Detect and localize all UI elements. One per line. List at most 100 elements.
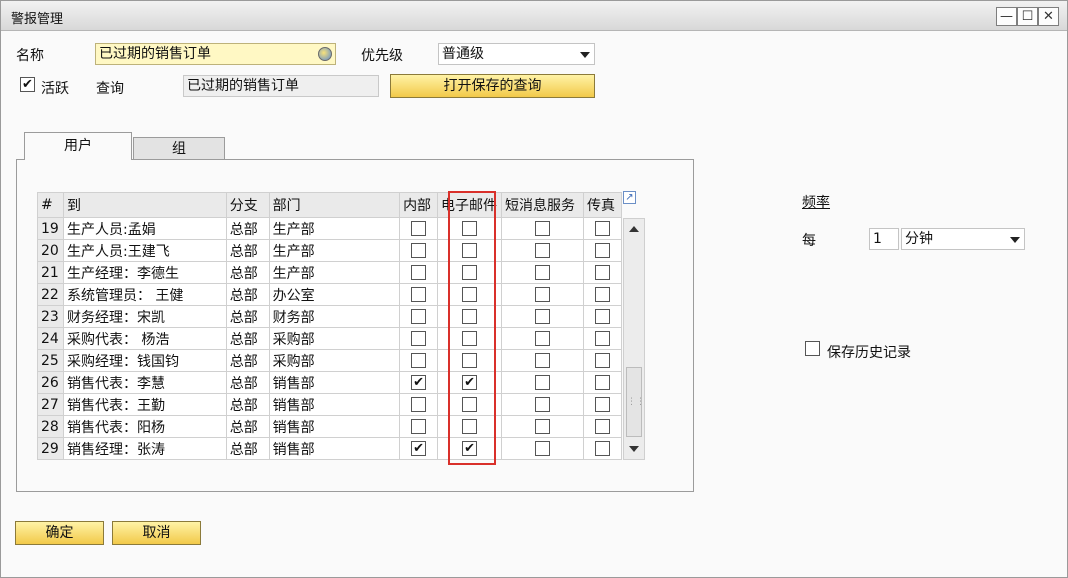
internal-checkbox[interactable] (411, 353, 427, 368)
table-row[interactable]: 23 财务经理：宋凯 总部 财务部 (37, 305, 623, 328)
active-checkbox[interactable]: ✔ (20, 77, 35, 92)
table-scrollbar[interactable]: ⋮⋮ (623, 218, 645, 460)
sms-checkbox[interactable] (534, 243, 550, 258)
minimize-button[interactable]: — (996, 7, 1017, 26)
email-checkbox[interactable] (462, 331, 478, 346)
sms-checkbox[interactable] (534, 221, 550, 236)
internal-checkbox[interactable] (411, 419, 427, 434)
recipient-name[interactable]: 财务经理：宋凯 (62, 305, 227, 328)
scroll-thumb[interactable]: ⋮⋮ (626, 367, 645, 437)
maximize-button[interactable]: ☐ (1017, 7, 1038, 26)
cancel-button[interactable]: 取消 (112, 521, 201, 545)
recipient-name[interactable]: 销售经理：张涛 (62, 437, 227, 460)
recipient-name[interactable]: 生产人员:王建飞 (62, 239, 227, 262)
open-saved-query-button[interactable]: 打开保存的查询 (390, 74, 595, 98)
recipient-name[interactable]: 生产经理：李德生 (62, 261, 227, 284)
fax-checkbox[interactable] (594, 287, 610, 302)
sms-checkbox[interactable] (534, 331, 550, 346)
frequency-value-input[interactable]: 1 (869, 228, 899, 250)
chevron-down-icon (1010, 237, 1020, 243)
sms-checkbox[interactable] (534, 265, 550, 280)
scroll-down-icon[interactable] (629, 446, 639, 452)
email-checkbox[interactable] (462, 221, 478, 236)
col-header-email[interactable]: 电子邮件 (437, 192, 503, 218)
department-cell: 生产部 (268, 217, 401, 240)
sms-checkbox[interactable] (534, 287, 550, 302)
row-number: 26 (37, 371, 64, 394)
table-row[interactable]: 26 销售代表：李慧 总部 销售部 ✔ ✔ (37, 371, 623, 394)
internal-checkbox[interactable]: ✔ (411, 441, 427, 456)
email-checkbox[interactable] (462, 353, 478, 368)
email-checkbox[interactable]: ✔ (462, 441, 478, 456)
fax-checkbox[interactable] (594, 309, 610, 324)
internal-checkbox[interactable] (411, 397, 427, 412)
email-checkbox[interactable] (462, 419, 478, 434)
expand-arrow-icon[interactable]: ↗ (623, 191, 636, 204)
col-header-sms[interactable]: 短消息服务 (501, 192, 584, 218)
sms-checkbox[interactable] (534, 441, 550, 456)
table-row[interactable]: 21 生产经理：李德生 总部 生产部 (37, 261, 623, 284)
tab-users[interactable]: 用户 (24, 132, 132, 160)
chevron-down-icon (580, 52, 590, 58)
recipient-name[interactable]: 销售代表：阳杨 (62, 415, 227, 438)
internal-checkbox[interactable] (411, 309, 427, 324)
save-history-checkbox[interactable] (805, 341, 820, 356)
sms-checkbox[interactable] (534, 375, 550, 390)
fax-checkbox[interactable] (594, 265, 610, 280)
internal-checkbox[interactable] (411, 221, 427, 236)
sms-checkbox[interactable] (534, 397, 550, 412)
internal-checkbox[interactable] (411, 243, 427, 258)
table-row[interactable]: 19 生产人员:孟娟 总部 生产部 (37, 217, 623, 240)
col-header-internal[interactable]: 内部 (399, 192, 439, 218)
fax-checkbox[interactable] (594, 397, 610, 412)
scroll-up-icon[interactable] (629, 226, 639, 232)
fax-checkbox[interactable] (594, 419, 610, 434)
email-checkbox[interactable] (462, 243, 478, 258)
email-checkbox[interactable] (462, 287, 478, 302)
email-checkbox[interactable] (462, 397, 478, 412)
table-row[interactable]: 24 采购代表： 杨浩 总部 采购部 (37, 327, 623, 350)
fax-checkbox[interactable] (594, 441, 610, 456)
internal-checkbox[interactable]: ✔ (411, 375, 427, 390)
internal-checkbox[interactable] (411, 287, 427, 302)
table-row[interactable]: 20 生产人员:王建飞 总部 生产部 (37, 239, 623, 262)
table-row[interactable]: 22 系统管理员： 王健 总部 办公室 (37, 283, 623, 306)
frequency-unit-dropdown[interactable]: 分钟 (901, 228, 1025, 250)
close-button[interactable]: ✕ (1038, 7, 1059, 26)
priority-dropdown[interactable]: 普通级 (438, 43, 595, 65)
recipient-name[interactable]: 采购经理：钱国钧 (62, 349, 227, 372)
recipient-name[interactable]: 销售代表：李慧 (62, 371, 227, 394)
fax-checkbox[interactable] (594, 221, 610, 236)
table-row[interactable]: 27 销售代表：王勤 总部 销售部 (37, 393, 623, 416)
table-row[interactable]: 28 销售代表：阳杨 总部 销售部 (37, 415, 623, 438)
alert-management-window: 警报管理 — ☐ ✕ 名称 已过期的销售订单 优先级 普通级 ✔ 活跃 查询 已… (0, 0, 1068, 578)
table-row[interactable]: 25 采购经理：钱国钧 总部 采购部 (37, 349, 623, 372)
fax-checkbox[interactable] (594, 331, 610, 346)
col-header-fax[interactable]: 传真 (582, 192, 623, 218)
col-header-to[interactable]: 到 (62, 192, 227, 218)
email-checkbox[interactable]: ✔ (462, 375, 478, 390)
email-checkbox[interactable] (462, 265, 478, 280)
department-cell: 销售部 (268, 437, 401, 460)
sms-checkbox[interactable] (534, 309, 550, 324)
tab-groups[interactable]: 组 (133, 137, 225, 160)
row-number: 21 (37, 261, 64, 284)
ok-button[interactable]: 确定 (15, 521, 104, 545)
col-header-branch[interactable]: 分支 (225, 192, 270, 218)
col-header-dept[interactable]: 部门 (268, 192, 401, 218)
internal-checkbox[interactable] (411, 331, 427, 346)
fax-checkbox[interactable] (594, 243, 610, 258)
sms-checkbox[interactable] (534, 353, 550, 368)
table-row[interactable]: 29 销售经理：张涛 总部 销售部 ✔ ✔ (37, 437, 623, 460)
recipient-name[interactable]: 生产人员:孟娟 (62, 217, 227, 240)
fax-checkbox[interactable] (594, 353, 610, 368)
recipient-name[interactable]: 采购代表： 杨浩 (62, 327, 227, 350)
fax-checkbox[interactable] (594, 375, 610, 390)
recipient-name[interactable]: 系统管理员： 王健 (62, 283, 227, 306)
recipient-name[interactable]: 销售代表：王勤 (62, 393, 227, 416)
email-checkbox[interactable] (462, 309, 478, 324)
query-link-icon[interactable] (318, 47, 332, 61)
name-input[interactable]: 已过期的销售订单 (95, 43, 336, 65)
internal-checkbox[interactable] (411, 265, 427, 280)
sms-checkbox[interactable] (534, 419, 550, 434)
